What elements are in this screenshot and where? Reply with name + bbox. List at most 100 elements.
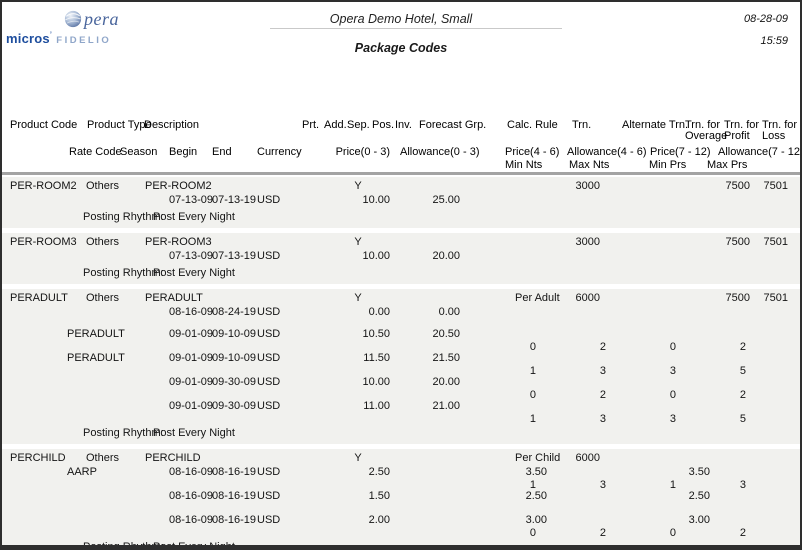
product-code-cell: PER-ROOM2 — [10, 180, 77, 193]
max-prs-cell: 2 — [686, 342, 746, 352]
description-cell: PER-ROOM3 — [145, 236, 212, 249]
package-detail-row: 09-01-0909-30-09USD10.0020.00 — [2, 376, 800, 390]
price-0-3-cell: 10.50 — [330, 328, 390, 341]
col-header-season: Season — [120, 147, 157, 158]
col-header-sep: Sep. — [347, 120, 370, 131]
rate-code-cell: PERADULT — [67, 352, 125, 365]
col-header-pos: Pos. — [372, 120, 394, 131]
col-header-begin: Begin — [169, 147, 197, 158]
sep-flag-cell: Y — [351, 452, 365, 465]
min-nts-cell: 0 — [476, 390, 536, 400]
hotel-title: Opera Demo Hotel, Small — [2, 12, 800, 26]
description-cell: PER-ROOM2 — [145, 180, 212, 193]
trn-loss-cell: 7501 — [742, 180, 788, 193]
package-minmax-row: 0202 — [2, 342, 800, 352]
begin-date-cell: 08-16-09 — [169, 306, 213, 319]
posting-rhythm-value: Post Every Night — [153, 267, 235, 280]
begin-date-cell: 07-13-09 — [169, 250, 213, 263]
currency-cell: USD — [257, 250, 280, 263]
package-detail-row: PERADULT09-01-0909-10-09USD10.5020.50 — [2, 328, 800, 342]
col-header-alternate-trn: Alternate Trn. — [622, 120, 688, 131]
trn-loss-cell: 7501 — [742, 292, 788, 305]
product-type-cell: Others — [86, 452, 119, 465]
posting-rhythm-row: Posting Rhythm:Post Every Night — [2, 541, 800, 550]
price-7-12-cell: 3.50 — [650, 466, 710, 479]
package-minmax-row: 0202 — [2, 528, 800, 538]
end-date-cell: 08-16-19 — [212, 466, 256, 479]
price-0-3-cell: 11.50 — [330, 352, 390, 365]
price-0-3-cell: 10.00 — [330, 250, 390, 263]
currency-cell: USD — [257, 400, 280, 413]
end-date-cell: 08-16-19 — [212, 514, 256, 527]
max-nts-cell: 2 — [546, 342, 606, 352]
max-nts-cell: 2 — [546, 390, 606, 400]
micros-apostrophe: ’ — [50, 30, 52, 40]
end-date-cell: 09-30-09 — [212, 400, 256, 413]
min-prs-cell: 0 — [616, 528, 676, 538]
begin-date-cell: 09-01-09 — [169, 352, 213, 365]
currency-cell: USD — [257, 514, 280, 527]
price-0-3-cell: 10.00 — [330, 194, 390, 207]
package-main-row: PERCHILDOthersPERCHILDYPer Child6000 — [2, 452, 800, 466]
package-group: PER-ROOM2OthersPER-ROOM2Y30007500750107-… — [2, 177, 800, 228]
currency-cell: USD — [257, 490, 280, 503]
col-header-product-code: Product Code — [10, 120, 77, 131]
allowance-0-3-cell: 0.00 — [400, 306, 460, 319]
product-type-cell: Others — [86, 180, 119, 193]
sep-flag-cell: Y — [351, 236, 365, 249]
col-header-min-nts: Min Nts — [505, 160, 542, 171]
col-header-price-0-3: Price(0 - 3) — [330, 147, 390, 158]
product-code-cell: PER-ROOM3 — [10, 236, 77, 249]
package-detail-row: 07-13-0907-13-19USD10.0020.00 — [2, 250, 800, 264]
posting-rhythm-row: Posting Rhythm:Post Every Night — [2, 211, 800, 225]
allowance-0-3-cell: 21.00 — [400, 400, 460, 413]
package-detail-row: 08-16-0908-24-19USD0.000.00 — [2, 306, 800, 320]
currency-cell: USD — [257, 352, 280, 365]
col-header-price-7-12: Price(7 - 12) — [650, 147, 711, 158]
col-header-max-nts: Max Nts — [569, 160, 609, 171]
col-header-forecast-grp: Forecast Grp. — [419, 120, 486, 131]
col-header-prt: Prt. — [302, 120, 319, 131]
max-prs-cell: 2 — [686, 390, 746, 400]
min-nts-cell: 0 — [476, 528, 536, 538]
end-date-cell: 09-10-09 — [212, 328, 256, 341]
min-nts-cell: 1 — [476, 366, 536, 376]
begin-date-cell: 07-13-09 — [169, 194, 213, 207]
col-header-add: Add. — [324, 120, 347, 131]
print-date: 08-28-09 — [744, 13, 788, 25]
col-header-max-prs: Max Prs — [707, 160, 747, 171]
price-4-6-cell: 3.00 — [487, 514, 547, 527]
max-prs-cell: 2 — [686, 528, 746, 538]
begin-date-cell: 08-16-09 — [169, 514, 213, 527]
product-type-cell: Others — [86, 236, 119, 249]
currency-cell: USD — [257, 194, 280, 207]
package-minmax-row: 1335 — [2, 414, 800, 424]
rate-code-cell: PERADULT — [67, 328, 125, 341]
currency-cell: USD — [257, 466, 280, 479]
package-detail-row: 09-01-0909-30-09USD11.0021.00 — [2, 400, 800, 414]
begin-date-cell: 09-01-09 — [169, 376, 213, 389]
posting-rhythm-label: Posting Rhythm: — [83, 267, 164, 280]
sep-flag-cell: Y — [351, 292, 365, 305]
col-header-price-4-6: Price(4 - 6) — [505, 147, 559, 158]
package-minmax-row: 1335 — [2, 366, 800, 376]
min-prs-cell: 3 — [616, 414, 676, 424]
product-code-cell: PERADULT — [10, 292, 68, 305]
min-nts-cell: 1 — [476, 414, 536, 424]
price-7-12-cell: 2.50 — [650, 490, 710, 503]
col-header-allowance-7-12: Allowance(7 - 12) — [718, 147, 802, 158]
begin-date-cell: 09-01-09 — [169, 328, 213, 341]
max-nts-cell: 3 — [546, 480, 606, 490]
header-separator-bar — [2, 172, 800, 175]
end-date-cell: 07-13-19 — [212, 250, 256, 263]
package-main-row: PER-ROOM2OthersPER-ROOM2Y300075007501 — [2, 180, 800, 194]
package-main-row: PER-ROOM3OthersPER-ROOM3Y300075007501 — [2, 236, 800, 250]
allowance-0-3-cell: 21.50 — [400, 352, 460, 365]
print-time: 15:59 — [760, 35, 788, 47]
min-nts-cell: 0 — [476, 342, 536, 352]
col-header-end: End — [212, 147, 232, 158]
begin-date-cell: 09-01-09 — [169, 400, 213, 413]
package-detail-row: 07-13-0907-13-19USD10.0025.00 — [2, 194, 800, 208]
begin-date-cell: 08-16-09 — [169, 490, 213, 503]
allowance-0-3-cell: 25.00 — [400, 194, 460, 207]
